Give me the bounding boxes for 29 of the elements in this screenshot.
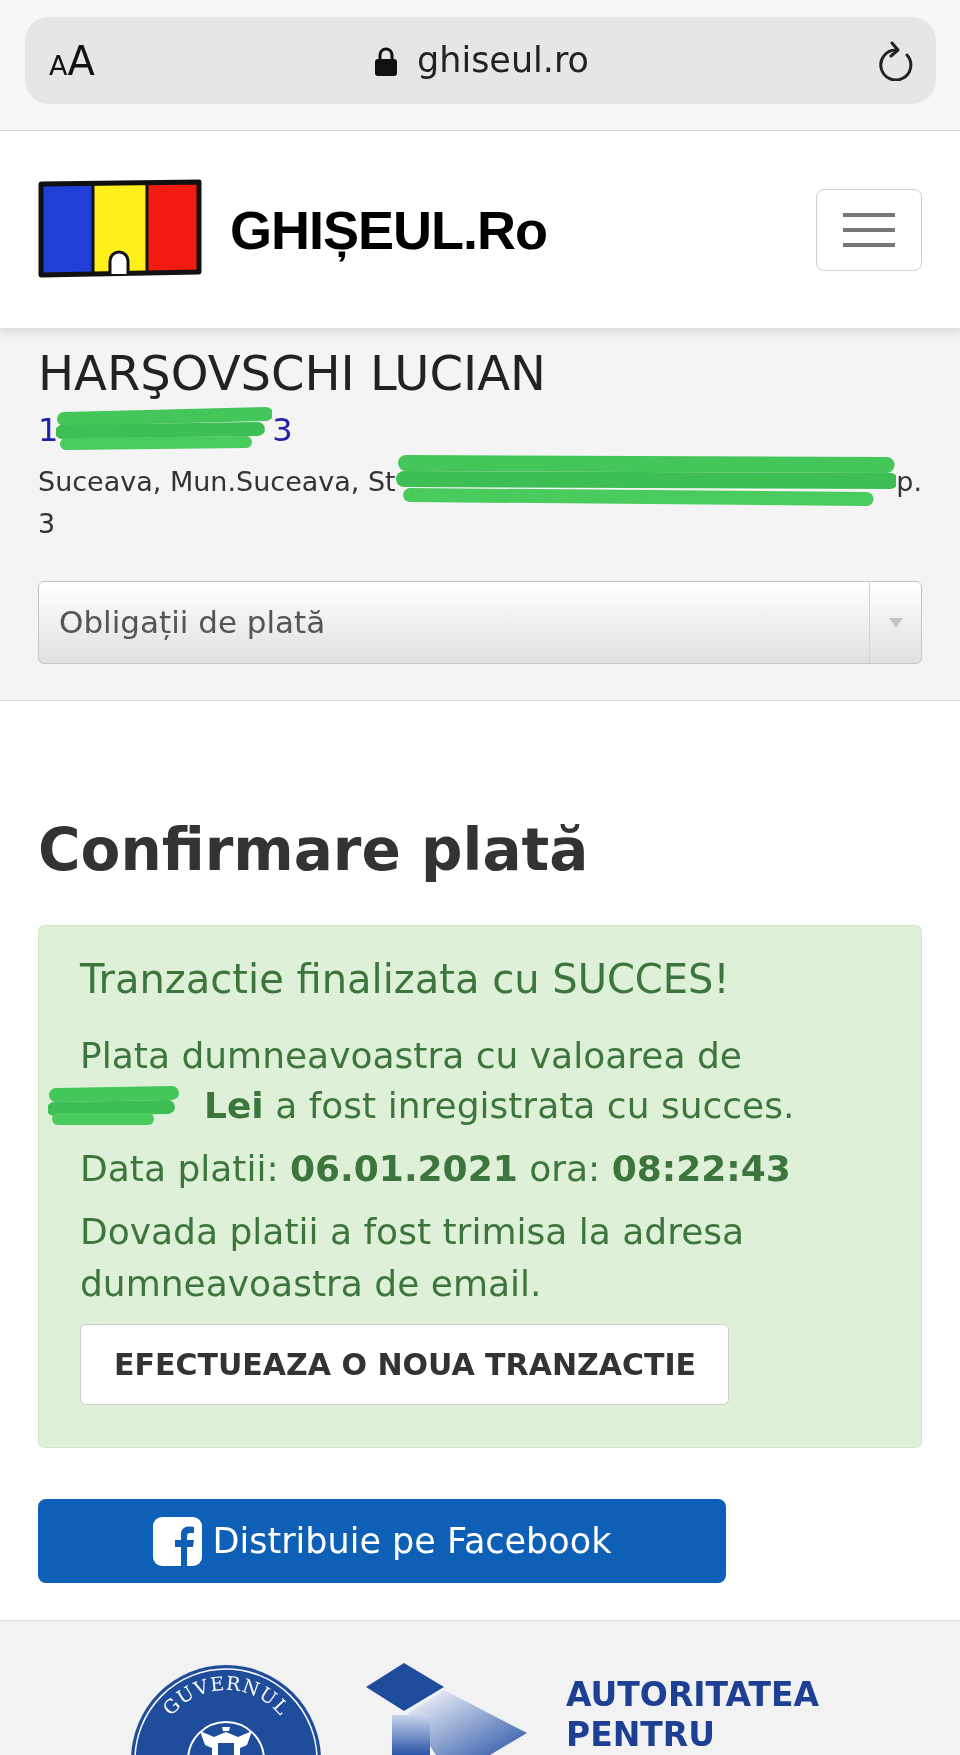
new-transaction-button[interactable]: EFECTUEAZA O NOUA TRANZACTIE bbox=[80, 1324, 730, 1405]
account-name: HARŞOVSCHI LUCIAN bbox=[38, 344, 547, 402]
text-size-button[interactable]: AA bbox=[49, 40, 95, 81]
page-title: Confirmare plată bbox=[38, 815, 590, 885]
email-note: Dovada platii a fost trimisa la adresa dumneavoastra de email. bbox=[80, 1210, 746, 1306]
facebook-share-button[interactable]: Distribuie pe Facebook bbox=[38, 1499, 726, 1583]
authority-name-text: PENTRU bbox=[566, 1715, 717, 1755]
menu-icon bbox=[843, 212, 895, 247]
logo-wordmark: GHIȘEUL.Ro bbox=[230, 198, 547, 262]
address-text: Suceava, Mun.Suceava, St bbox=[38, 465, 396, 499]
url-text: ghiseul.ro bbox=[417, 43, 589, 78]
facebook-icon bbox=[152, 1516, 202, 1566]
flag-logo-icon bbox=[38, 179, 202, 280]
address-bar[interactable]: AA ghiseul.ro bbox=[25, 17, 936, 104]
caret-icon bbox=[888, 617, 903, 628]
address-text: p. bbox=[896, 465, 922, 499]
account-id-text: 3 bbox=[272, 410, 293, 450]
menu-button[interactable] bbox=[816, 188, 922, 271]
amount-text: Plata dumneavoastra cu valoarea de bbox=[80, 1034, 743, 1078]
lock-icon bbox=[375, 45, 397, 76]
amount-text: Lei a fost inregistrata cu succes. bbox=[204, 1084, 795, 1128]
reload-icon[interactable] bbox=[877, 40, 915, 81]
alert-title: Tranzactie finalizata cu SUCCES! bbox=[80, 955, 731, 1004]
authority-name-text: AUTORITATEA bbox=[566, 1675, 820, 1715]
obligations-select[interactable]: Obligații de plată bbox=[38, 581, 922, 664]
account-id-text: 1 bbox=[38, 410, 59, 450]
payment-date-text: Data platii: 06.01.2021 ora: 08:22:43 bbox=[80, 1147, 792, 1191]
address-text: 3 bbox=[38, 507, 57, 541]
authority-logo-icon bbox=[366, 1663, 528, 1755]
